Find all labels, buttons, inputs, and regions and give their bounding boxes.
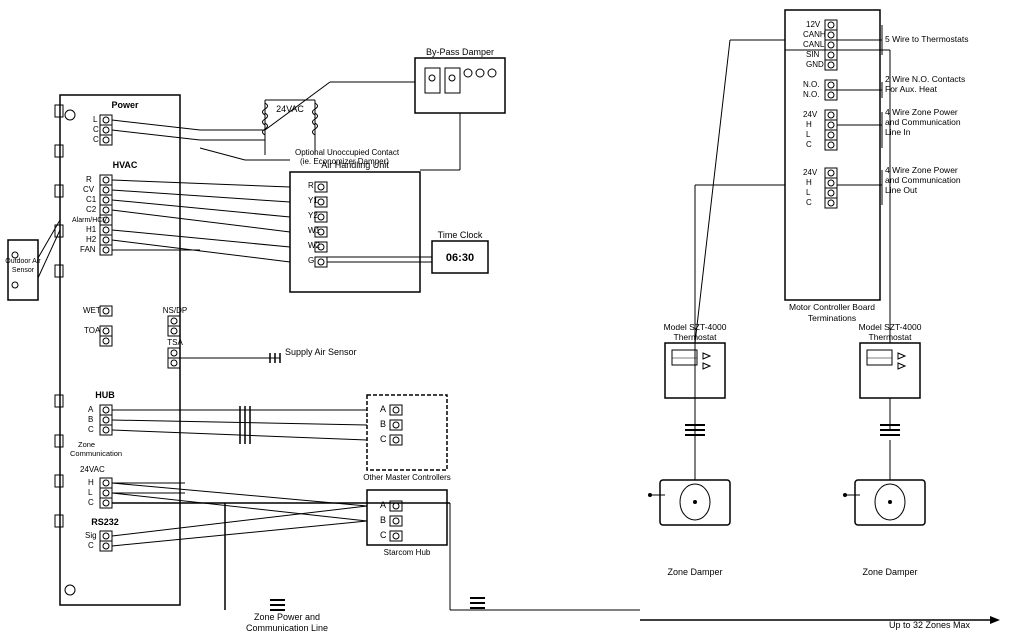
svg-text:H: H	[806, 178, 812, 187]
wire5-label: 5 Wire to Thermostats	[885, 34, 968, 44]
svg-text:C: C	[88, 498, 94, 507]
starcom-hub-label: Starcom Hub	[384, 548, 431, 557]
svg-text:G: G	[308, 256, 314, 265]
diagram-container: Power L C C HVAC R CV C1 C2 Alarm/HCV	[0, 0, 1024, 641]
zone-damper1-label: Zone Damper	[667, 567, 722, 577]
mcb-label: Motor Controller Board	[789, 302, 875, 312]
wire4in-label: 4 Wire Zone Power	[885, 107, 958, 117]
wet-label: WET	[83, 306, 101, 315]
wire2-label2: For Aux. Heat	[885, 84, 938, 94]
svg-text:B: B	[380, 515, 386, 525]
toa-label: TOA	[84, 326, 101, 335]
svg-text:L: L	[806, 188, 811, 197]
svg-text:C: C	[806, 140, 812, 149]
zone-power-label: Zone Power and	[254, 612, 320, 622]
bypass-damper-label: By-Pass Damper	[426, 47, 494, 57]
svg-text:L: L	[88, 488, 93, 497]
zone-comm-label2: Communication	[70, 449, 122, 458]
optional-contact-label2: (ie. Economizer Damper)	[300, 157, 389, 166]
transformer-24vac-label: 24VAC	[276, 104, 304, 114]
svg-text:L: L	[806, 130, 811, 139]
other-controllers-label: Other Master Controllers	[363, 473, 451, 482]
wire4in-label3: Line In	[885, 127, 911, 137]
power-label: Power	[111, 100, 139, 110]
svg-text:C: C	[88, 541, 94, 550]
zones-max-label: Up to 32 Zones Max	[889, 620, 971, 630]
wire4out-label: 4 Wire Zone Power	[885, 165, 958, 175]
supply-air-label: Supply Air Sensor	[285, 347, 357, 357]
svg-text:H2: H2	[86, 235, 97, 244]
svg-text:CV: CV	[83, 185, 95, 194]
svg-text:H: H	[806, 120, 812, 129]
svg-text:24V: 24V	[803, 168, 818, 177]
svg-text:N.O.: N.O.	[803, 90, 819, 99]
svg-text:C: C	[93, 135, 99, 144]
svg-text:12V: 12V	[806, 20, 821, 29]
wire4out-label2: and Communication	[885, 175, 961, 185]
svg-text:N.O.: N.O.	[803, 80, 819, 89]
svg-text:L: L	[93, 115, 98, 124]
rs232-label: RS232	[91, 517, 119, 527]
svg-text:FAN: FAN	[80, 245, 96, 254]
svg-text:CANH: CANH	[803, 30, 826, 39]
svg-text:A: A	[88, 405, 94, 414]
time-clock-label: Time Clock	[438, 230, 483, 240]
svg-text:C: C	[806, 198, 812, 207]
svg-text:H1: H1	[86, 225, 97, 234]
svg-text:C1: C1	[86, 195, 97, 204]
svg-text:A: A	[380, 404, 386, 414]
svg-text:GND: GND	[806, 60, 824, 69]
svg-text:C2: C2	[86, 205, 97, 214]
outdoor-sensor-label2: Sensor	[12, 267, 35, 274]
svg-text:B: B	[380, 419, 386, 429]
hub-label: HUB	[95, 390, 115, 400]
svg-text:R: R	[308, 181, 314, 190]
svg-text:B: B	[88, 415, 93, 424]
svg-text:A: A	[380, 500, 386, 510]
svg-text:R: R	[86, 175, 92, 184]
hub-24vac-label: 24VAC	[80, 465, 105, 474]
wire4in-label2: and Communication	[885, 117, 961, 127]
svg-text:Sig: Sig	[85, 531, 97, 540]
zone-damper2-label: Zone Damper	[862, 567, 917, 577]
svg-text:24V: 24V	[803, 110, 818, 119]
outdoor-sensor-label: Outdoor Air	[5, 258, 41, 265]
optional-contact-label: Optional Unoccupied Contact	[295, 148, 400, 157]
svg-text:C: C	[380, 530, 387, 540]
zone-power-label2: Communication Line	[246, 623, 328, 633]
mcb-label2: Terminations	[808, 313, 856, 323]
svg-text:SIN: SIN	[806, 50, 820, 59]
svg-text:H: H	[88, 478, 94, 487]
svg-text:C: C	[88, 425, 94, 434]
svg-text:CANL: CANL	[803, 40, 825, 49]
wire2-label: 2 Wire N.O. Contacts	[885, 74, 965, 84]
svg-text:Alarm/HCV: Alarm/HCV	[72, 217, 107, 224]
nsdp-label: NS/DP	[163, 306, 187, 315]
svg-text:C: C	[93, 125, 99, 134]
tsa-label: TSA	[167, 338, 183, 347]
hvac-label: HVAC	[113, 160, 138, 170]
zone-comm-label: Zone	[78, 440, 95, 449]
time-value: 06:30	[446, 252, 474, 264]
svg-text:C: C	[380, 434, 387, 444]
